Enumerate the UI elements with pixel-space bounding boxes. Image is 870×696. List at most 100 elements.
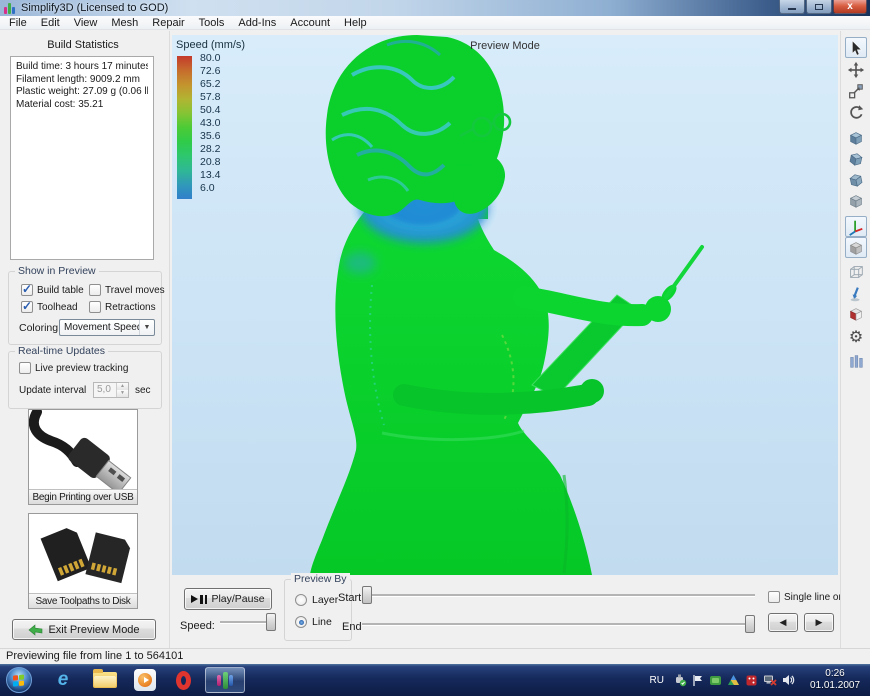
coloring-dropdown[interactable]: Movement Speed ▼ [59, 319, 155, 336]
close-button[interactable]: x [833, 0, 867, 14]
end-label: End [342, 621, 362, 633]
menu-addins[interactable]: Add-Ins [231, 16, 283, 30]
menu-repair[interactable]: Repair [145, 16, 191, 30]
speed-slider-handle[interactable] [266, 613, 276, 631]
volume-icon[interactable] [780, 673, 795, 688]
exit-preview-mode-button[interactable]: Exit Preview Mode [12, 619, 156, 640]
update-interval-label: Update interval [19, 385, 86, 396]
view-top-button[interactable] [845, 169, 867, 190]
supports-button[interactable] [845, 350, 867, 371]
maximize-button[interactable] [806, 0, 832, 14]
update-interval-unit: sec [135, 385, 151, 396]
single-line-checkbox[interactable] [768, 591, 780, 603]
live-preview-checkbox[interactable] [19, 362, 31, 374]
realtime-updates-group: Real-time Updates Live preview tracking … [8, 351, 162, 409]
start-slider-handle[interactable] [362, 586, 372, 604]
taskbar-clock[interactable]: 0:26 01.01.2007 [804, 668, 866, 692]
layer-radio-label: Layer [312, 594, 338, 606]
display-disconnect-icon[interactable] [762, 673, 777, 688]
title-bar: Simplify3D (Licensed to GOD) x [0, 0, 870, 16]
menu-bar: File Edit View Mesh Repair Tools Add-Ins… [0, 16, 870, 30]
speed-slider[interactable] [220, 613, 276, 631]
clock-time: 0:26 [825, 668, 844, 679]
taskbar-file-explorer[interactable] [88, 667, 122, 693]
legend-tick: 80.0 [200, 52, 220, 65]
rotate-tool-button[interactable] [845, 101, 867, 122]
travel-moves-label: Travel moves [105, 285, 165, 296]
stat-build-time: Build time: 3 hours 17 minutes [16, 61, 148, 74]
toolhead-checkbox[interactable] [21, 301, 33, 313]
taskbar-media-player[interactable] [128, 667, 162, 693]
show-model-button[interactable] [845, 237, 867, 258]
build-table-checkbox[interactable] [21, 284, 33, 296]
window-title: Simplify3D (Licensed to GOD) [21, 2, 168, 14]
preview-viewport[interactable]: Preview Mode Speed (mm/s) 80.0 72.6 65.2… [172, 35, 838, 575]
menu-file[interactable]: File [2, 16, 34, 30]
save-toolpaths-button[interactable]: Save Toolpaths to Disk [28, 513, 138, 609]
cube-side-icon [847, 192, 865, 210]
retractions-label: Retractions [105, 302, 156, 313]
end-slider-groove[interactable] [362, 623, 755, 625]
settings-button[interactable]: ⚙ [845, 327, 867, 348]
toolhead-label: Toolhead [37, 302, 78, 313]
update-interval-value: 5,0 [94, 383, 116, 397]
app-red-icon[interactable] [744, 673, 759, 688]
wireframe-cube-icon [847, 263, 865, 281]
taskbar-simplify3d[interactable] [205, 667, 245, 693]
menu-mesh[interactable]: Mesh [104, 16, 145, 30]
action-center-flag-icon[interactable] [690, 673, 705, 688]
retractions-checkbox[interactable] [89, 301, 101, 313]
normal-arrow-icon [847, 284, 865, 302]
layer-radio[interactable] [295, 594, 307, 606]
minimize-button[interactable] [779, 0, 805, 14]
app-green-icon[interactable] [708, 673, 723, 688]
realtime-updates-label: Real-time Updates [15, 345, 108, 357]
stat-material-cost: Material cost: 35.21 [16, 99, 148, 112]
cube-front-icon [847, 150, 865, 168]
menu-tools[interactable]: Tools [192, 16, 232, 30]
end-slider-handle[interactable] [745, 615, 755, 633]
maximize-icon [815, 4, 823, 10]
status-bar: Previewing file from line 1 to 564101 [0, 648, 870, 664]
line-radio[interactable] [295, 616, 307, 628]
cross-section-button[interactable] [845, 303, 867, 324]
play-pause-button[interactable]: Play/Pause [184, 588, 272, 610]
step-back-button[interactable]: ◀ [768, 613, 798, 632]
taskbar-internet-explorer[interactable]: e [46, 667, 80, 693]
usb-eject-icon[interactable] [672, 673, 687, 688]
pan-tool-button[interactable] [845, 59, 867, 80]
line-radio-label: Line [312, 616, 332, 628]
scale-tool-button[interactable] [845, 80, 867, 101]
legend-tick: 43.0 [200, 117, 220, 130]
begin-printing-usb-button[interactable]: Begin Printing over USB [28, 409, 138, 505]
spin-up-icon[interactable]: ▲ [117, 383, 128, 390]
view-front-button[interactable] [845, 148, 867, 169]
view-default-button[interactable] [845, 127, 867, 148]
coloring-value: Movement Speed [60, 322, 139, 333]
end-slider[interactable] [362, 615, 755, 633]
menu-help[interactable]: Help [337, 16, 374, 30]
normals-button[interactable] [845, 282, 867, 303]
travel-moves-checkbox[interactable] [89, 284, 101, 296]
play-pause-label: Play/Pause [211, 593, 264, 605]
status-text: Previewing file from line 1 to 564101 [6, 650, 183, 662]
show-in-preview-group: Show in Preview Build table Travel moves… [8, 271, 162, 345]
step-forward-button[interactable]: ▶ [804, 613, 834, 632]
show-axes-button[interactable] [845, 216, 867, 237]
start-slider[interactable] [362, 586, 755, 604]
spin-down-icon[interactable]: ▼ [117, 390, 128, 397]
menu-edit[interactable]: Edit [34, 16, 67, 30]
start-button[interactable] [6, 667, 32, 693]
menu-account[interactable]: Account [283, 16, 337, 30]
build-statistics-title: Build Statistics [0, 39, 166, 51]
update-interval-spinner[interactable]: 5,0 ▲▼ [93, 382, 129, 398]
view-side-button[interactable] [845, 190, 867, 211]
taskbar-opera[interactable] [166, 667, 200, 693]
save-toolpaths-caption: Save Toolpaths to Disk [29, 593, 137, 608]
wireframe-button[interactable] [845, 261, 867, 282]
app-drive-icon[interactable] [726, 673, 741, 688]
language-indicator[interactable]: RU [650, 675, 664, 686]
menu-view[interactable]: View [67, 16, 105, 30]
select-tool-button[interactable] [845, 37, 867, 58]
start-slider-groove[interactable] [362, 594, 755, 596]
